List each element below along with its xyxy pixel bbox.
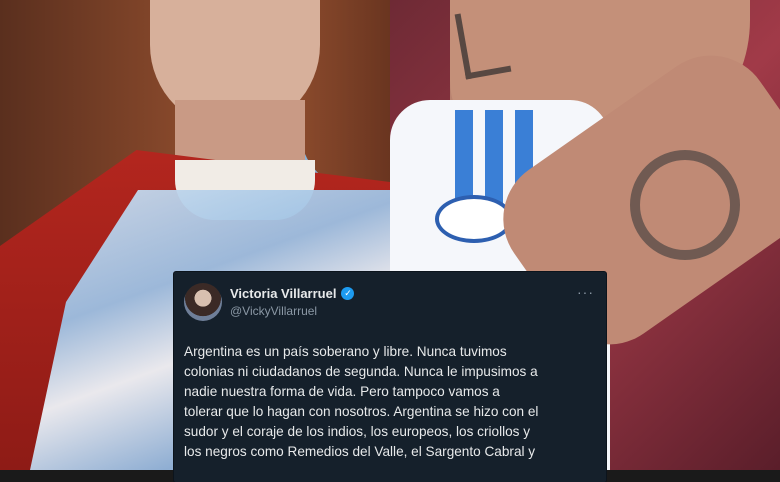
tweet-line: nadie nuestra forma de vida. Pero tampoc… [184,384,500,399]
tweet-line: los negros como Remedios del Valle, el S… [184,444,536,459]
avatar[interactable] [184,283,222,321]
tweet-card[interactable]: Victoria Villarruel ✓ @VickyVillarruel ·… [174,272,606,482]
more-options-icon[interactable]: ··· [577,284,594,300]
author-name[interactable]: Victoria Villarruel [230,286,336,301]
author-row: Victoria Villarruel ✓ [230,286,355,301]
tweet-line: sudor y el coraje de los indios, los eur… [184,424,531,439]
tweet-line: tolerar que lo hagan con nosotros. Argen… [184,404,539,419]
author-handle[interactable]: @VickyVillarruel [230,304,317,318]
tweet-line: Argentina es un país soberano y libre. N… [184,344,507,359]
tweet-line: colonias ni ciudadanos de segunda. Nunca… [184,364,538,379]
jersey-stripe [485,110,503,210]
jersey-crest [435,195,513,243]
tweet-text: Argentina es un país soberano y libre. N… [184,342,602,462]
verified-icon: ✓ [341,287,355,300]
arm-tattoo [630,150,740,260]
